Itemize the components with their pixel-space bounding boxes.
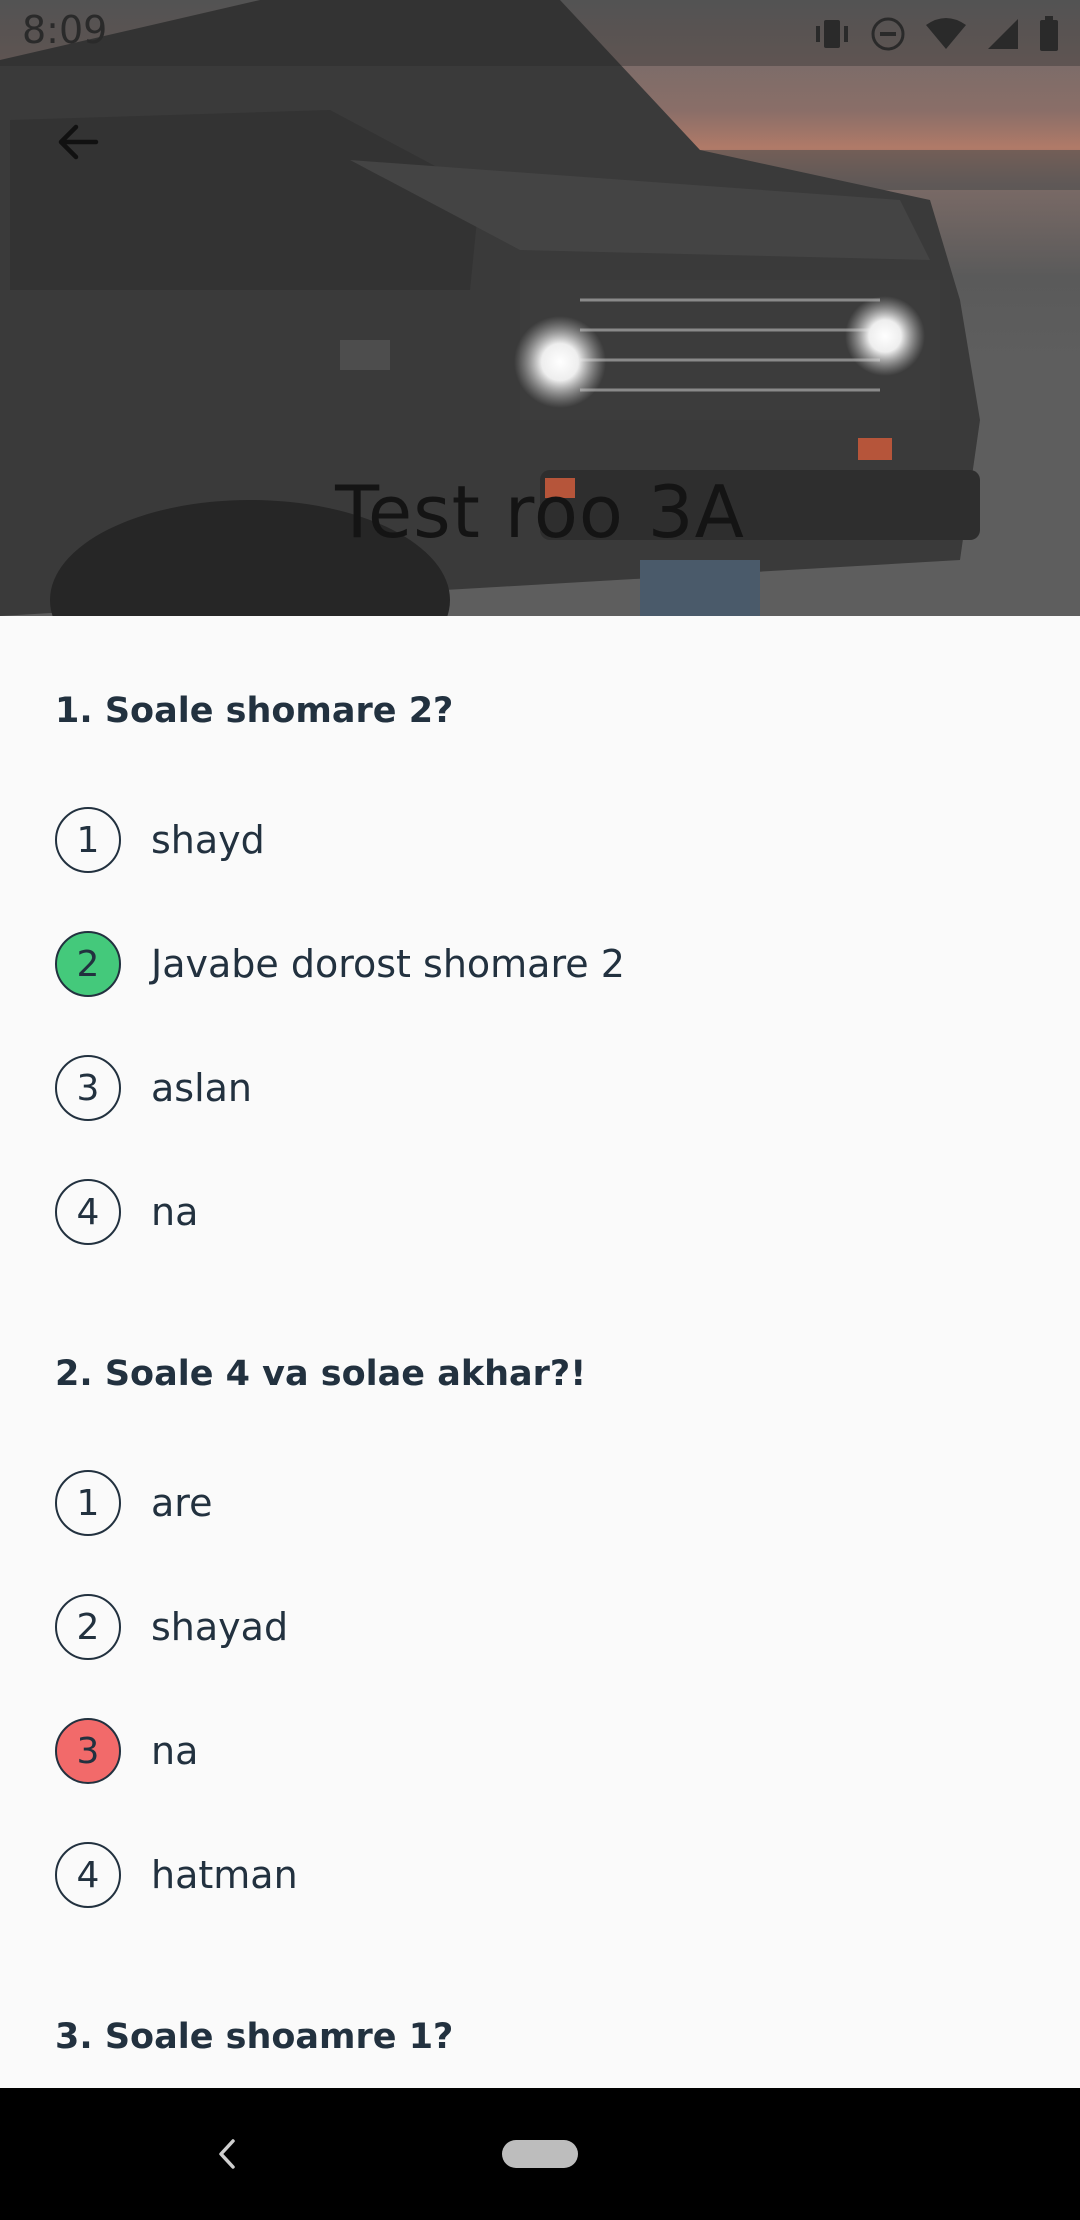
answer-option[interactable]: 1 shayd bbox=[55, 806, 1040, 874]
status-icons bbox=[812, 12, 1060, 56]
home-pill-button[interactable] bbox=[502, 2140, 578, 2168]
option-text: shayad bbox=[151, 1605, 289, 1649]
option-text: shayd bbox=[151, 818, 265, 862]
option-number: 2 bbox=[55, 1594, 121, 1660]
vibrate-icon bbox=[816, 20, 848, 48]
option-text: Javabe dorost shomare 2 bbox=[151, 942, 625, 986]
option-number: 4 bbox=[55, 1842, 121, 1908]
question-title: 2. Soale 4 va solae akhar?! bbox=[55, 1354, 587, 1394]
question-title: 1. Soale shomare 2? bbox=[55, 691, 454, 731]
answer-option[interactable]: 3 aslan bbox=[55, 1054, 1040, 1122]
back-button[interactable] bbox=[44, 108, 112, 176]
answer-option[interactable]: 4 na bbox=[55, 1178, 1040, 1246]
page-title: Test roo 3A bbox=[335, 470, 745, 554]
option-number: 1 bbox=[55, 1470, 121, 1536]
signal-icon bbox=[988, 19, 1018, 49]
arrow-back-icon bbox=[58, 124, 99, 160]
status-time: 8:09 bbox=[22, 8, 108, 52]
do-not-disturb-icon bbox=[871, 17, 905, 51]
chevron-left-icon bbox=[219, 2139, 235, 2169]
option-list: 1 are 2 shayad 3 na 4 hatman bbox=[55, 1469, 1040, 1909]
question: 3. Soale shoamre 1? bbox=[55, 2012, 1040, 2062]
option-text: hatman bbox=[151, 1853, 298, 1897]
option-number: 4 bbox=[55, 1179, 121, 1245]
option-number: 3 bbox=[55, 1055, 121, 1121]
answer-option[interactable]: 4 hatman bbox=[55, 1841, 1040, 1909]
option-text: are bbox=[151, 1481, 213, 1525]
battery-icon bbox=[1040, 16, 1058, 51]
header: 8:09 Test roo 3A bbox=[0, 0, 1080, 616]
option-text: na bbox=[151, 1190, 199, 1234]
option-number: 2 bbox=[55, 931, 121, 997]
option-text: na bbox=[151, 1729, 199, 1773]
question-title: 3. Soale shoamre 1? bbox=[55, 2017, 454, 2057]
wifi-icon bbox=[926, 18, 966, 49]
answer-option[interactable]: 2 shayad bbox=[55, 1593, 1040, 1661]
answer-option[interactable]: 1 are bbox=[55, 1469, 1040, 1537]
answer-option-correct[interactable]: 2 Javabe dorost shomare 2 bbox=[55, 930, 1040, 998]
question-list[interactable]: 1. Soale shomare 2? 1 shayd 2 Javabe dor… bbox=[0, 616, 1080, 2088]
question: 1. Soale shomare 2? 1 shayd 2 Javabe dor… bbox=[55, 686, 1040, 1302]
navigation-bar bbox=[0, 2088, 1080, 2220]
status-bar: 8:09 bbox=[0, 0, 1080, 66]
nav-back-button[interactable] bbox=[200, 2126, 256, 2182]
question: 2. Soale 4 va solae akhar?! 1 are 2 shay… bbox=[55, 1349, 1040, 1965]
answer-option-wrong[interactable]: 3 na bbox=[55, 1717, 1040, 1785]
option-number: 3 bbox=[55, 1718, 121, 1784]
option-list: 1 shayd 2 Javabe dorost shomare 2 3 asla… bbox=[55, 806, 1040, 1246]
option-text: aslan bbox=[151, 1066, 253, 1110]
option-number: 1 bbox=[55, 807, 121, 873]
